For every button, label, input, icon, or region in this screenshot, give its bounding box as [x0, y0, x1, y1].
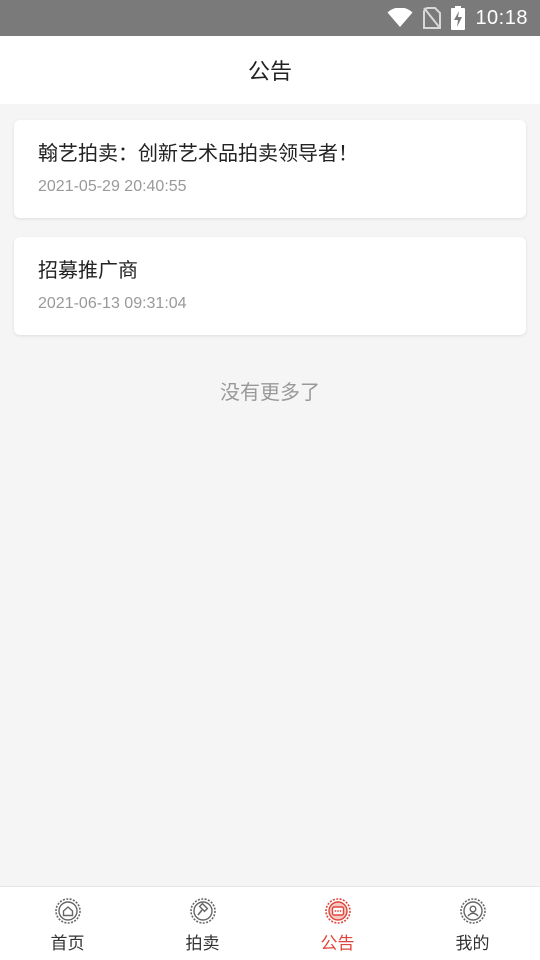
announcement-item[interactable]: 翰艺拍卖：创新艺术品拍卖领导者！ 2021-05-29 20:40:55 [14, 120, 526, 218]
auction-hammer-icon [189, 898, 216, 924]
tab-home[interactable]: 首页 [0, 887, 135, 960]
status-bar: 10:18 [0, 0, 540, 36]
tab-mine[interactable]: 我的 [405, 887, 540, 960]
message-icon [324, 898, 351, 924]
tab-label: 拍卖 [185, 934, 220, 954]
wifi-icon [387, 8, 413, 27]
user-icon [459, 898, 486, 924]
status-time: 10:18 [475, 6, 528, 29]
announcement-item[interactable]: 招募推广商 2021-06-13 09:31:04 [14, 237, 526, 335]
tab-label: 首页 [50, 934, 85, 954]
announcement-date: 2021-05-29 20:40:55 [38, 178, 187, 195]
page-title: 公告 [0, 36, 540, 104]
tab-label: 公告 [320, 934, 355, 954]
announcement-date: 2021-06-13 09:31:04 [38, 295, 187, 312]
bottom-tab-bar: 首页 拍卖 公告 我的 [0, 886, 540, 960]
home-icon [54, 898, 81, 924]
announcement-list: 翰艺拍卖：创新艺术品拍卖领导者！ 2021-05-29 20:40:55 招募推… [14, 120, 526, 354]
no-sim-icon [423, 7, 442, 29]
battery-charging-icon [451, 6, 466, 30]
announcement-title: 招募推广商 [38, 258, 138, 282]
no-more-text: 没有更多了 [220, 380, 320, 404]
tab-label: 我的 [455, 934, 490, 954]
announcement-title: 翰艺拍卖：创新艺术品拍卖领导者！ [38, 141, 358, 165]
tab-announcement[interactable]: 公告 [270, 887, 405, 960]
tab-auction[interactable]: 拍卖 [135, 887, 270, 960]
